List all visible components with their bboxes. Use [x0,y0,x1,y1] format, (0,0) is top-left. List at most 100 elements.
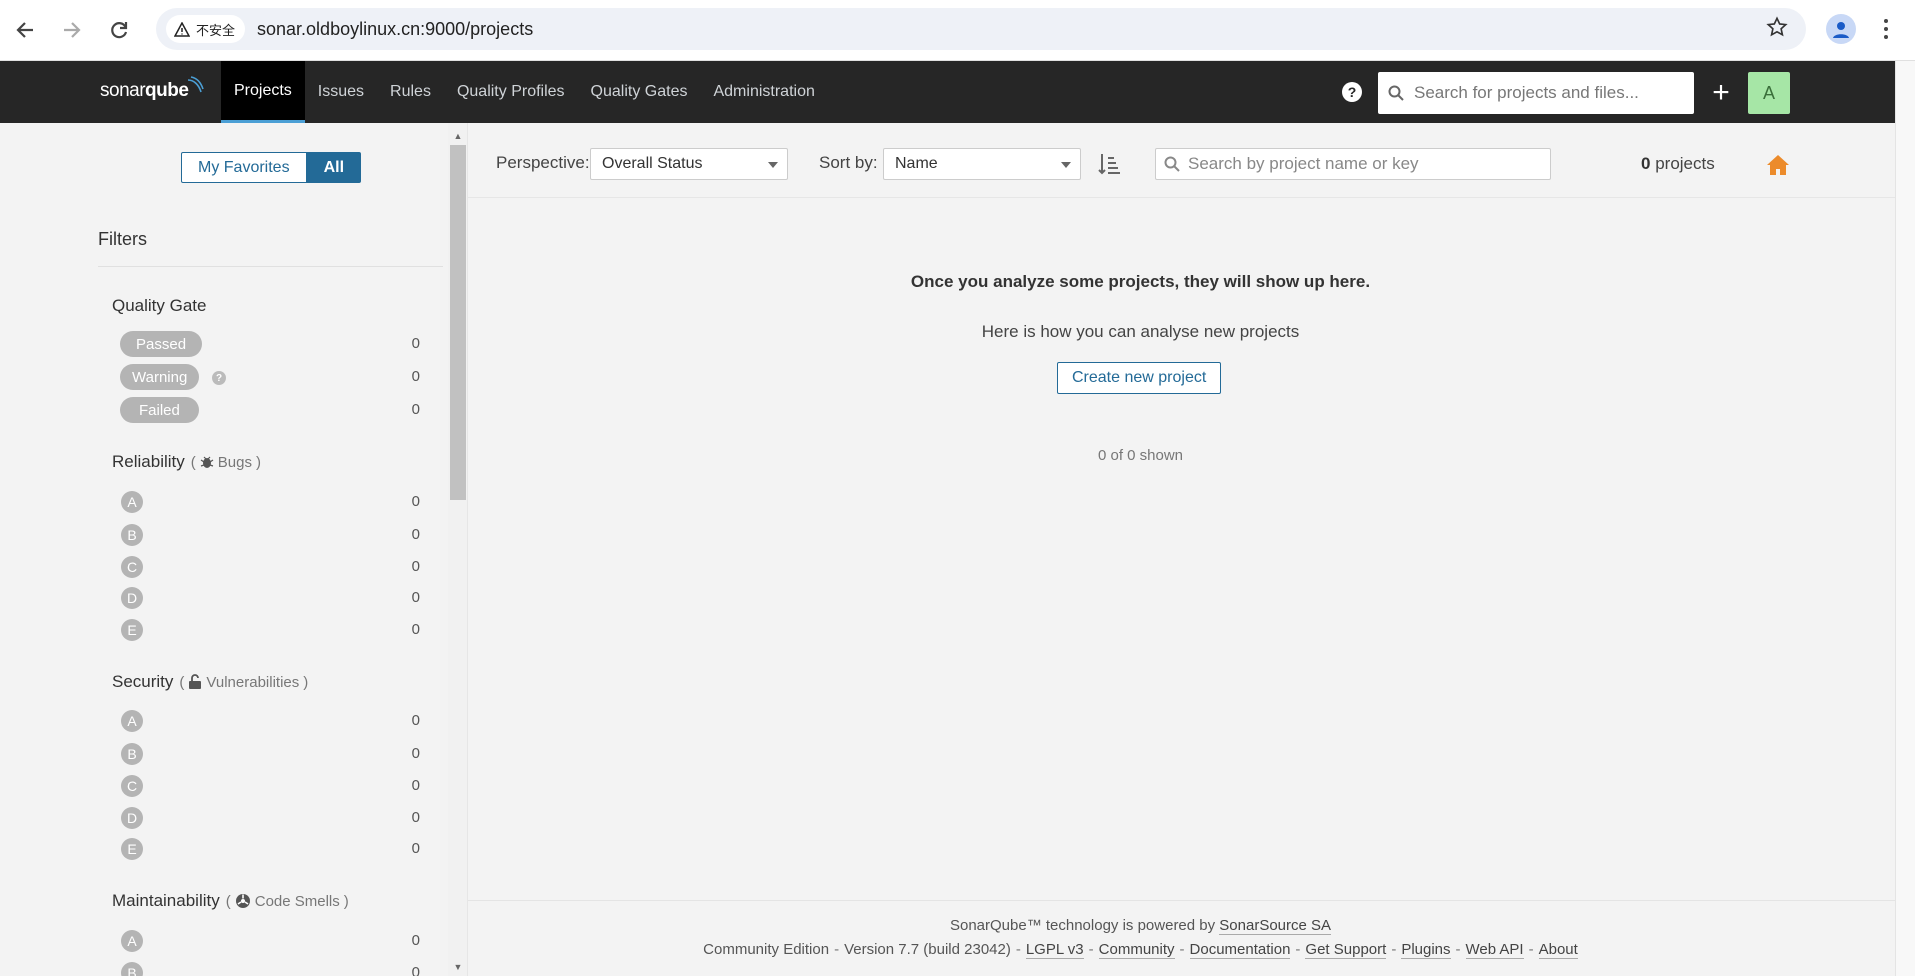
nav-quality-gates[interactable]: Quality Gates [578,61,701,123]
search-icon [1388,85,1404,101]
maintainability-a-count: 0 [411,932,420,949]
create-new-project-button[interactable]: Create new project [1057,362,1222,394]
address-bar[interactable]: 不安全 sonar.oldboylinux.cn:9000/projects [156,8,1806,50]
security-a-count: 0 [411,712,420,729]
reliability-b-count: 0 [411,526,420,543]
unlock-icon [189,674,202,689]
version-text: Version 7.7 (build 23042) [844,941,1011,958]
reliability-rating-a[interactable]: A [121,491,143,513]
filter-failed[interactable]: Failed [120,397,199,423]
footer-links: Community Edition - Version 7.7 (build 230… [703,941,1578,959]
nav-projects[interactable]: Projects [221,61,305,123]
my-favorites-button[interactable]: My Favorites [181,152,307,183]
project-search-input[interactable] [1188,154,1538,174]
forward-arrow-icon[interactable] [54,12,90,48]
sort-value: Name [895,155,938,172]
footer-link-web-api[interactable]: Web API [1465,941,1524,959]
global-search-box[interactable] [1378,72,1694,114]
footer-powered-by: SonarQube™ technology is powered by Sona… [468,917,1813,935]
security-sub: ( Vulnerabilities ) [179,674,308,691]
global-search-input[interactable] [1414,83,1674,103]
security-e-count: 0 [411,840,420,857]
reliability-title[interactable]: Reliability ( Bugs ) [112,452,261,472]
sonarqube-logo[interactable]: sonarqube [100,76,204,102]
quality-gate-title[interactable]: Quality Gate [112,296,207,316]
nav-quality-profiles[interactable]: Quality Profiles [444,61,578,123]
scroll-up-arrow-icon[interactable]: ▲ [450,129,466,143]
scroll-down-arrow-icon[interactable]: ▼ [450,960,466,974]
maintainability-label: Maintainability [112,891,220,910]
maintainability-title[interactable]: Maintainability ( Code Smells ) [112,891,349,911]
url-text: sonar.oldboylinux.cn:9000/projects [257,18,534,39]
create-plus-icon[interactable]: + [1705,74,1737,112]
page-scrollbar-gutter [1895,61,1915,976]
filters-title: Filters [98,229,147,249]
paren-close: ) [255,453,261,471]
powered-by-text: SonarQube™ technology is powered by [949,917,1220,934]
filter-warning[interactable]: Warning [120,364,200,390]
bugs-label: Bugs [217,453,252,471]
footer-link-documentation[interactable]: Documentation [1189,941,1291,959]
project-count: 0 projects [1641,154,1715,174]
security-rating-d[interactable]: D [121,807,143,829]
security-b-count: 0 [411,745,420,762]
divider [98,266,443,267]
sort-label: Sort by: [819,153,878,172]
reliability-label: Reliability [112,452,185,471]
project-search-box[interactable] [1155,148,1551,180]
reliability-rating-d[interactable]: D [121,587,143,609]
footer-link-community[interactable]: Community [1098,941,1175,959]
back-arrow-icon[interactable] [7,12,43,48]
nav-rules[interactable]: Rules [377,61,444,123]
bookmark-star-icon[interactable] [1766,16,1788,44]
warning-help-icon[interactable]: ? [212,371,226,385]
sidebar-scrollbar-thumb[interactable] [450,145,466,500]
reload-icon[interactable] [101,12,137,48]
paren-close: ) [343,892,349,910]
security-rating-e[interactable]: E [121,838,143,860]
reliability-rating-c[interactable]: C [121,556,143,578]
security-d-count: 0 [411,809,420,826]
empty-state-subtitle: Here is how you can analyse new projects [981,322,1300,341]
security-chip[interactable]: 不安全 [166,15,246,43]
warning-triangle-icon [174,21,190,37]
sort-select[interactable]: Name [883,148,1081,180]
footer-link-about[interactable]: About [1538,941,1578,959]
security-rating-a[interactable]: A [121,710,143,732]
project-count-value: 0 [1641,154,1651,173]
footer-link-license[interactable]: LGPL v3 [1025,941,1084,959]
footer-link-plugins[interactable]: Plugins [1401,941,1451,959]
reliability-rating-b[interactable]: B [121,524,143,546]
reliability-d-count: 0 [411,589,420,606]
all-button[interactable]: All [306,152,362,183]
browser-toolbar: 不安全 sonar.oldboylinux.cn:9000/projects [0,0,1915,61]
reliability-a-count: 0 [411,493,420,510]
security-c-count: 0 [411,777,420,794]
sort-order-icon[interactable] [1097,152,1121,176]
footer-link-get-support[interactable]: Get Support [1305,941,1387,959]
edition-text: Community Edition [703,941,830,958]
browser-profile-icon[interactable] [1826,14,1856,44]
perspective-select[interactable]: Overall Status [590,148,788,180]
nav-issues[interactable]: Issues [305,61,377,123]
logo-qube-text: qube [145,80,189,101]
filter-passed[interactable]: Passed [120,331,203,357]
bug-icon [200,456,214,468]
security-rating-c[interactable]: C [121,775,143,797]
browser-menu-icon[interactable] [1876,14,1896,44]
security-label: Security [112,672,174,691]
user-avatar[interactable]: A [1748,72,1790,114]
help-icon[interactable]: ? [1342,82,1362,102]
perspective-label: Perspective: [496,153,590,172]
nav-administration[interactable]: Administration [700,61,827,123]
security-rating-b[interactable]: B [121,743,143,765]
main-nav: Projects Issues Rules Quality Profiles Q… [221,61,828,123]
sonarsource-link[interactable]: SonarSource SA [1219,917,1332,935]
security-title[interactable]: Security ( Vulnerabilities ) [112,672,308,692]
vulnerabilities-label: Vulnerabilities [206,673,300,691]
home-icon[interactable] [1766,154,1790,176]
warning-count: 0 [411,368,420,385]
shown-count: 0 of 0 shown [1097,447,1184,464]
maintainability-rating-a[interactable]: A [121,930,143,952]
reliability-rating-e[interactable]: E [121,619,143,641]
